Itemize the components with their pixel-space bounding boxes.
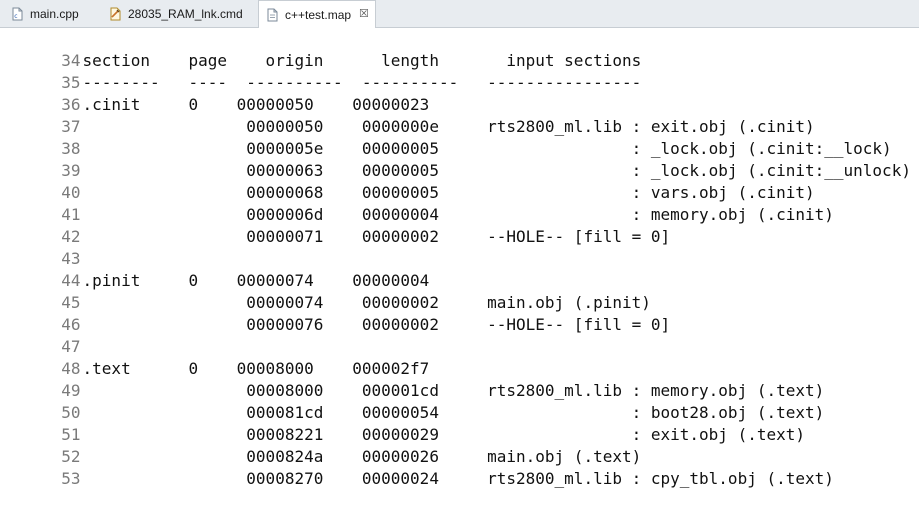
editor-line: 38 0000005e 00000005 : _lock.obj (.cinit… (0, 116, 891, 158)
editor-line: 34 section page origin length input secti… (0, 28, 641, 70)
editor-line: 49 00008000 000001cd rts2800_ml.lib : me… (0, 358, 824, 400)
tab-28035-ram-lnk-cmd[interactable]: 28035_RAM_lnk.cmd (102, 0, 262, 27)
editor-line: 47 (0, 314, 83, 356)
tab-main-cpp[interactable]: c main.cpp (4, 0, 98, 27)
editor-line: 50 000081cd 00000054 : boot28.obj (.text… (0, 380, 824, 422)
editor-line: 52 0000824a 00000026 main.obj (.text) (0, 424, 641, 466)
editor-line: 42 00000071 00000002 --HOLE-- [fill = 0] (0, 204, 670, 246)
line-text: 00000076 00000002 --HOLE-- [fill = 0] (82, 315, 671, 334)
line-text: 00000071 00000002 --HOLE-- [fill = 0] (82, 227, 671, 246)
svg-text:c: c (14, 13, 17, 20)
editor-line: 39 00000063 00000005 : _lock.obj (.cinit… (0, 138, 911, 180)
cmd-file-icon (108, 7, 122, 21)
editor-line: 44 .pinit 0 00000074 00000004 (0, 248, 429, 290)
editor-line: 46 00000076 00000002 --HOLE-- [fill = 0] (0, 292, 670, 334)
tab-label: 28035_RAM_lnk.cmd (128, 6, 243, 21)
editor-line: 51 00008221 00000029 : exit.obj (.text) (0, 402, 805, 444)
editor-line: 43 (0, 226, 83, 268)
cpp-file-icon: c (10, 7, 24, 21)
tab-label: main.cpp (30, 6, 79, 21)
tab-cpptest-map[interactable]: c++test.map ☒ (258, 0, 376, 28)
map-file-icon (265, 8, 279, 22)
close-tab-icon[interactable]: ☒ (359, 9, 369, 20)
tab-label: c++test.map (285, 7, 352, 22)
editor-line: 41 0000006d 00000004 : memory.obj (.cini… (0, 182, 834, 224)
editor-line: 36 .cinit 0 00000050 00000023 (0, 72, 429, 114)
editor-line: 45 00000074 00000002 main.obj (.pinit) (0, 270, 651, 312)
line-number: 53 (61, 469, 81, 488)
editor-line: 53 00008270 00000024 rts2800_ml.lib : cp… (0, 446, 834, 488)
line-text: 00008270 00000024 rts2800_ml.lib : cpy_t… (82, 469, 834, 488)
editor-line: 40 00000068 00000005 : vars.obj (.cinit) (0, 160, 814, 202)
editor-tab-bar: c main.cpp 28035_RAM_lnk.cmd c++test.map… (0, 0, 919, 28)
editor-line: 37 00000050 0000000e rts2800_ml.lib : ex… (0, 94, 814, 136)
editor-line: 35 -------- ---- ---------- ---------- --… (0, 50, 641, 92)
editor-line: 48 .text 0 00008000 000002f7 (0, 336, 429, 378)
text-editor[interactable]: 34 section page origin length input secti… (0, 28, 919, 488)
